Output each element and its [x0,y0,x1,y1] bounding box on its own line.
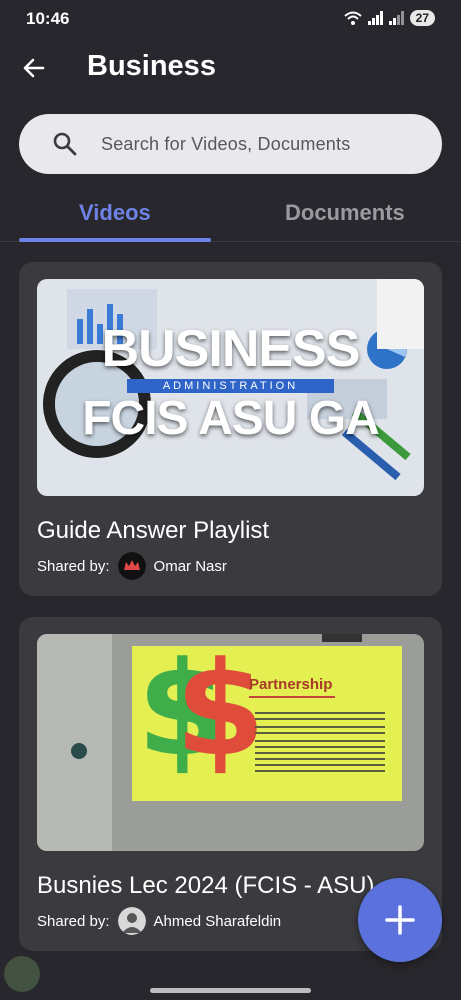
tab-bar: Videos Documents [0,188,461,242]
back-button[interactable] [14,50,54,86]
shared-by-label: Shared by: [37,557,110,575]
status-time: 10:46 [26,9,70,28]
add-icon [385,905,415,935]
signal-icon [367,11,383,25]
signal-icon-2 [388,11,404,25]
tab-videos[interactable]: Videos [79,200,151,226]
home-indicator [150,988,311,993]
avatar [117,552,146,580]
shared-by-row: Shared by: Omar Nasr [37,552,227,580]
battery-badge: 27 [409,10,435,26]
wifi-icon [343,11,362,25]
search-input[interactable]: Search for Videos, Documents [19,114,442,174]
shared-by-row: Shared by: Ahmed Sharafeldin [37,907,281,935]
add-button[interactable] [358,878,442,962]
tab-documents[interactable]: Documents [285,200,405,226]
slide-title: Partnership [249,676,333,693]
video-thumbnail[interactable]: BUSINESS ADMINISTRATION FCIS ASU GA [37,279,424,496]
thumb-title-line1: BUSINESS [101,320,361,378]
thumb-title-line3: FCIS ASU GA [82,392,380,445]
video-card[interactable]: BUSINESS ADMINISTRATION FCIS ASU GA Guid… [19,262,442,596]
status-bar: 10:46 27 [0,0,461,36]
app-logo [4,956,40,992]
shared-by-label: Shared by: [37,912,110,930]
author-name: Ahmed Sharafeldin [153,912,282,930]
search-placeholder: Search for Videos, Documents [101,134,351,154]
search-icon [53,132,77,156]
back-arrow-icon [23,58,45,78]
page-title: Business [87,50,216,82]
tab-indicator [19,238,211,242]
video-title: Guide Answer Playlist [37,517,270,544]
status-icons: 27 [343,10,435,26]
app-bar: Business [0,36,461,100]
avatar [117,907,146,935]
video-thumbnail[interactable]: $ $ Partnership [37,634,424,851]
author-name: Omar Nasr [153,557,227,575]
svg-text:$: $ [175,634,265,785]
video-title: Busnies Lec 2024 (FCIS - ASU) [37,872,375,899]
